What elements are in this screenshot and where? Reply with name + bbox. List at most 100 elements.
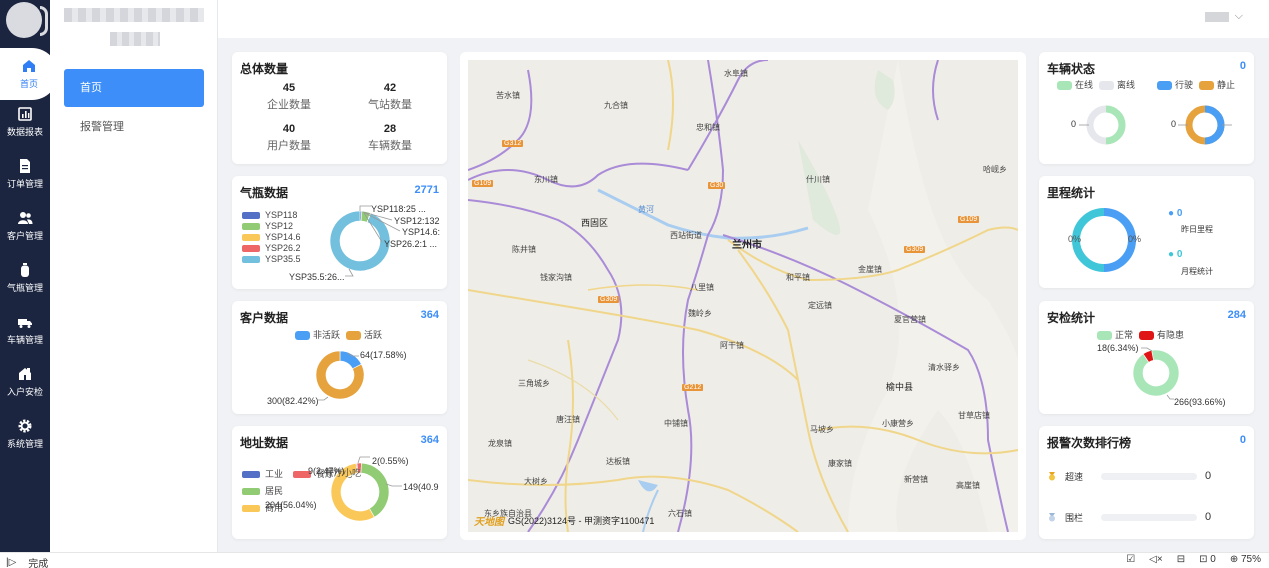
mileage-label: 月程统计	[1181, 267, 1213, 276]
mute-icon[interactable]: ◁×	[1149, 554, 1163, 565]
nav-item-order[interactable]: 订单管理	[0, 148, 50, 200]
inspection-icon	[19, 368, 31, 380]
stat-company: 45 企业数量	[234, 82, 344, 112]
nav-label: 首页	[19, 79, 38, 89]
nav-item-cylinder[interactable]: 气瓶管理	[0, 252, 50, 304]
leader-lines	[317, 352, 359, 401]
rank-row[interactable]: 超速 0	[1047, 469, 1247, 483]
map-label: 六石镇	[668, 509, 692, 518]
zoom-level[interactable]: ⊕ 75%	[1230, 554, 1261, 565]
map-label: 水阜镇	[724, 69, 748, 78]
card-title: 报警次数排行榜	[1047, 436, 1132, 450]
river-label: 黄河	[638, 205, 654, 214]
nav-item-inspection[interactable]: 入户安检	[0, 356, 50, 408]
submenu-item-home[interactable]: 首页	[64, 69, 204, 107]
stat-station: 42 气站数量	[335, 82, 445, 112]
stat-value: 42	[383, 82, 397, 94]
map-label: 和平镇	[786, 273, 810, 282]
map-label: 苦水镇	[496, 91, 520, 100]
nav-label: 入户安检	[6, 387, 43, 397]
nav-label: 订单管理	[6, 179, 43, 189]
map-credit: 天地图 GS(2022)3124号 - 甲测资字1100471	[474, 513, 654, 528]
road-tag: G309	[598, 296, 620, 303]
map-label: 大树乡	[524, 477, 548, 486]
avatar-ring	[40, 6, 48, 36]
road-tag: G309	[904, 246, 926, 253]
map-label: 魏岭乡	[688, 309, 712, 318]
nav-label: 客户管理	[6, 231, 43, 241]
stat-label: 用户数量	[267, 140, 311, 152]
mileage-label: 昨日里程	[1181, 225, 1213, 234]
map-label: 新营镇	[904, 475, 928, 484]
mileage-ring-chart[interactable]	[1039, 176, 1254, 288]
sidebar-toggle-icon[interactable]: |▷	[6, 557, 16, 568]
map-label: 钱家沟镇	[540, 273, 572, 282]
map-label: 九合镇	[604, 101, 628, 110]
map-label: 甘草店镇	[958, 411, 990, 420]
silver-medal-icon	[1049, 513, 1055, 522]
road-tag: G30	[708, 182, 726, 189]
rank-bar	[1101, 513, 1197, 521]
customer-icon	[18, 212, 33, 224]
nav-item-truck[interactable]: 车辆管理	[0, 304, 50, 356]
road-tag: G109	[958, 216, 980, 223]
map-label: 榆中县	[886, 382, 914, 392]
map-view[interactable]: 兰州市 水阜镇 九合镇 苦水镇 忠和镇 东川镇 什川镇 哈岘乡 西固区 西站街道…	[468, 60, 1018, 532]
status-text: 完成	[28, 559, 49, 568]
user-name-redacted[interactable]	[1205, 12, 1229, 22]
nav-label: 气瓶管理	[6, 283, 43, 293]
download-icon[interactable]: ⊟	[1177, 554, 1185, 565]
road-tag: G312	[502, 140, 524, 147]
gear-icon	[18, 419, 32, 433]
notification-count[interactable]: ⊡ 0	[1199, 554, 1216, 565]
map-label-city: 兰州市	[732, 240, 762, 251]
nav-label: 系统管理	[6, 439, 43, 449]
ring-value: 0	[1071, 119, 1077, 129]
map-label: 达板镇	[606, 457, 630, 466]
company-name-redacted	[110, 32, 160, 46]
map-label: 中铺镇	[664, 419, 688, 428]
map-card: 兰州市 水阜镇 九合镇 苦水镇 忠和镇 东川镇 什川镇 哈岘乡 西固区 西站街道…	[460, 52, 1026, 540]
stat-user: 40 用户数量	[234, 123, 344, 153]
avatar[interactable]	[6, 2, 42, 38]
vehicle-card: 车辆状态 0 在线 离线 行驶 静止 0 0	[1039, 52, 1254, 164]
gold-medal-icon	[1049, 472, 1055, 481]
notification-value: 0	[1210, 554, 1216, 565]
rank-row[interactable]: 围栏 0	[1047, 510, 1247, 524]
nav-item-system[interactable]: 系统管理	[0, 408, 50, 460]
rank-bar	[1101, 472, 1197, 480]
mileage-value: 0	[1176, 249, 1183, 260]
stat-value: 40	[282, 123, 296, 135]
map-label: 定远镇	[808, 301, 832, 310]
map-label: 陈井镇	[512, 245, 536, 254]
map-provider-logo: 天地图	[474, 517, 504, 528]
nav-item-customer[interactable]: 客户管理	[0, 200, 50, 252]
chevron-down-icon[interactable]: ⌵	[1235, 10, 1243, 23]
map-label: 高崖镇	[956, 481, 980, 490]
address-card: 地址数据 364 工业 餐厅小吃 居民 商用 9(2.47%) 餐厅小吃 2(0…	[232, 426, 447, 539]
ring-value: 0	[1171, 119, 1177, 129]
vehicle-status-rings[interactable]	[1039, 52, 1254, 164]
map-label: 阿干镇	[720, 341, 744, 350]
shield-check-icon[interactable]: ☑	[1126, 554, 1135, 565]
rank-value: 0	[1205, 511, 1212, 523]
rank-value: 0	[1205, 470, 1212, 482]
card-count: 0	[1239, 434, 1246, 446]
mileage-yesterday: ● 0	[1168, 208, 1183, 219]
map-label: 夏官营镇	[894, 315, 926, 324]
submenu-item-alarm[interactable]: 报警管理	[64, 108, 204, 146]
map-label: 三角城乡	[518, 379, 550, 388]
home-icon	[23, 60, 35, 72]
report-icon	[18, 107, 32, 121]
mileage-card: 里程统计 0% 0% ● 0 昨日里程 ● 0 月程统计	[1039, 176, 1254, 288]
top-bar: ⌵	[218, 0, 1269, 38]
map-label: 小康营乡	[882, 419, 914, 428]
map-label: 东川镇	[534, 175, 558, 184]
map-label: 马坡乡	[810, 425, 834, 434]
company-name-redacted	[64, 8, 204, 22]
map-label: 忠和镇	[696, 123, 720, 132]
stat-label: 企业数量	[267, 99, 311, 111]
browser-status-bar: |▷ 完成 ☑ ◁× ⊟ ⊡ 0 ⊕ 75%	[0, 552, 1269, 568]
safety-card: 安检统计 284 正常 有隐患 18(6.34%) 266(93.66%)	[1039, 301, 1254, 414]
nav-item-report[interactable]: 数据报表	[0, 96, 50, 148]
